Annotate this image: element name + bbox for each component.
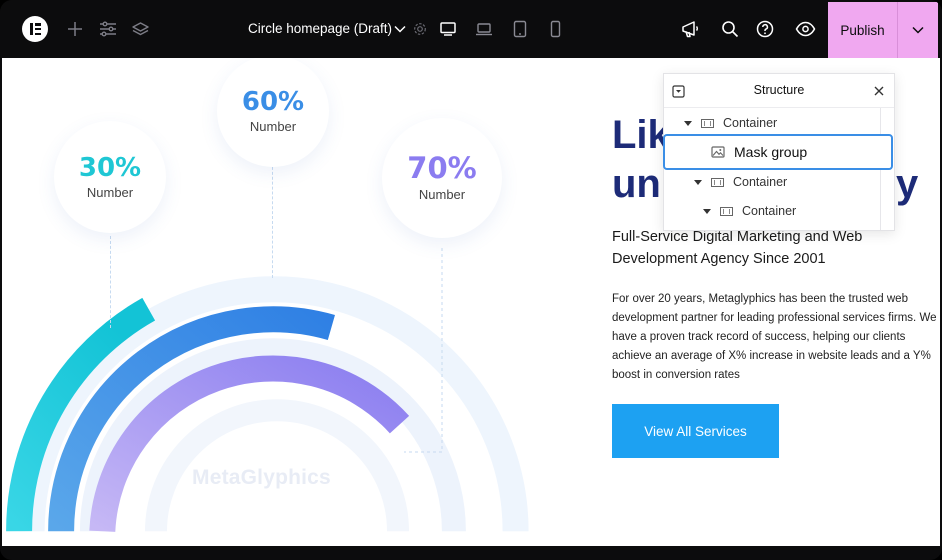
view-all-services-button[interactable]: View All Services xyxy=(612,404,779,458)
layers-icon[interactable] xyxy=(131,20,149,38)
brand-watermark: MetaGlyphics xyxy=(192,466,331,489)
help-icon[interactable] xyxy=(755,19,775,39)
editor-window: Circle homepage (Draft) Publish 30% Numb… xyxy=(0,0,942,560)
publish-options-button[interactable] xyxy=(897,2,938,58)
site-settings-icon[interactable] xyxy=(98,20,118,38)
connector-line xyxy=(272,162,273,278)
stat-bubble-30: 30% Number xyxy=(54,121,166,233)
caret-down-icon[interactable] xyxy=(694,179,702,185)
structure-item-container[interactable]: Container xyxy=(684,116,777,130)
chevron-down-icon[interactable] xyxy=(393,22,407,36)
stat-label: Number xyxy=(86,184,134,200)
mobile-icon[interactable] xyxy=(547,19,563,39)
stat-value: 60% xyxy=(241,86,305,117)
add-icon[interactable] xyxy=(66,20,84,38)
chevron-down-icon xyxy=(912,26,924,34)
caret-down-icon[interactable] xyxy=(684,120,692,126)
structure-panel-header: Structure xyxy=(664,74,894,108)
hero-title-line2-end: y xyxy=(896,162,919,206)
elementor-logo-icon[interactable] xyxy=(22,16,48,42)
connector-line xyxy=(110,236,111,328)
close-icon[interactable] xyxy=(872,84,886,98)
structure-item-label: Mask group xyxy=(734,144,808,160)
container-icon xyxy=(701,118,714,128)
container-icon xyxy=(711,177,724,187)
editor-topbar: Circle homepage (Draft) Publish xyxy=(0,0,942,58)
announcements-icon[interactable] xyxy=(680,19,700,39)
stat-label: Number xyxy=(418,187,466,202)
document-title[interactable]: Circle homepage (Draft) xyxy=(248,21,392,36)
publish-button[interactable]: Publish xyxy=(828,2,897,58)
hero-body: For over 20 years, Metaglyphics has been… xyxy=(612,293,937,381)
image-icon xyxy=(711,146,725,158)
caret-down-icon[interactable] xyxy=(703,208,711,214)
stat-value: 30% xyxy=(78,152,142,183)
preview-icon[interactable] xyxy=(794,20,816,38)
hero-subtitle: Full-Service Digital Marketing and Web D… xyxy=(612,229,863,267)
stat-value: 70% xyxy=(407,151,477,185)
stat-bubble-60: 60% Number xyxy=(217,58,329,167)
laptop-icon[interactable] xyxy=(474,20,494,38)
structure-item-mask-group[interactable]: Mask group xyxy=(711,144,807,160)
container-icon xyxy=(720,206,733,216)
stat-bubble-70: 70% Number xyxy=(382,118,502,238)
page-settings-icon[interactable] xyxy=(412,21,428,37)
structure-item-label: Container xyxy=(723,116,778,130)
search-icon[interactable] xyxy=(720,19,740,39)
stat-label: Number xyxy=(249,118,297,134)
desktop-icon[interactable] xyxy=(438,20,458,38)
tablet-icon[interactable] xyxy=(511,19,529,39)
structure-item-container[interactable]: Container xyxy=(694,175,787,189)
structure-item-container[interactable]: Container xyxy=(703,204,796,218)
structure-panel-title: Structure xyxy=(753,83,805,97)
structure-item-label: Container xyxy=(742,204,797,218)
structure-item-label: Container xyxy=(733,175,788,189)
